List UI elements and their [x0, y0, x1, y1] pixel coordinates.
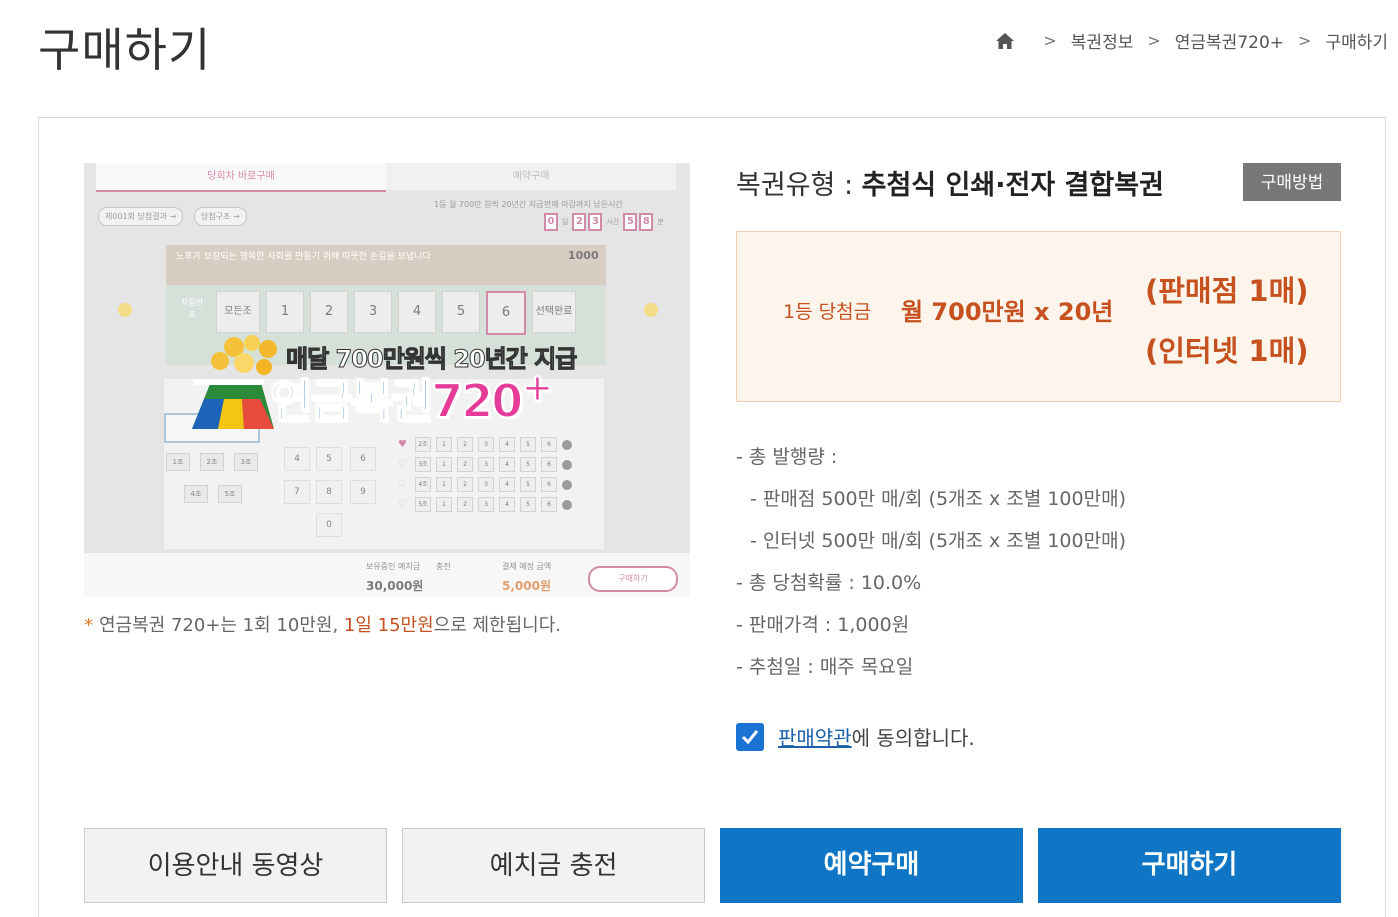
home-icon[interactable] — [995, 31, 1015, 51]
purchase-limit-note: * 연금복권 720+는 1회 10만원, 1일 15만원으로 제한됩니다. — [84, 611, 561, 637]
how-to-buy-button[interactable]: 구매방법 — [1243, 163, 1341, 201]
info-item: - 총 발행량 : — [736, 446, 838, 468]
lottery-logo: 매달 700만원씩 20년간 지급 연금복권720+ — [184, 323, 604, 443]
breadcrumb-item[interactable]: 연금복권720+ — [1175, 28, 1284, 53]
prize-store-note: (판매점 1매) — [1145, 274, 1309, 308]
agree-row: 판매약관 에 동의합니다. — [736, 722, 975, 751]
logo-number: 720 — [430, 373, 524, 429]
breadcrumb: > 복권정보 > 연금복권720+ > 구매하기 — [995, 28, 1388, 53]
chevron-right-icon: > — [1147, 31, 1161, 50]
guide-video-button[interactable]: 이용안내 동영상 — [84, 828, 387, 903]
agree-text: 에 동의합니다. — [851, 726, 975, 750]
prize-amount: 월 700만원 x 20년 — [901, 298, 1114, 326]
info-item: - 인터넷 500만 매/회 (5개조 x 조별 100만매) — [750, 530, 1126, 552]
page-title: 구매하기 — [38, 23, 212, 77]
prize-internet-note: (인터넷 1매) — [1145, 334, 1309, 368]
info-item: - 총 당첨확률 : 10.0% — [736, 572, 922, 594]
lottery-type: 복권유형 : 추첨식 인쇄·전자 결합복권 — [736, 163, 1164, 202]
lottery-type-label: 복권유형 : — [736, 170, 862, 201]
chevron-right-icon: > — [1043, 31, 1057, 50]
chevron-right-icon: > — [1298, 31, 1312, 50]
buy-button[interactable]: 구매하기 — [1038, 828, 1341, 903]
info-list: - 총 발행량 : - 판매점 500만 매/회 (5개조 x 조별 100만매… — [736, 440, 1126, 692]
note-prefix: 연금복권 720+는 1회 10만원, — [99, 615, 344, 636]
deposit-charge-button[interactable]: 예치금 충전 — [402, 828, 705, 903]
lottery-type-value: 추첨식 인쇄·전자 결합복권 — [861, 170, 1164, 201]
logo-title: 연금복권720+ — [269, 365, 554, 431]
terms-link[interactable]: 판매약관 — [778, 722, 852, 751]
prize-label: 1등 당첨금 — [783, 301, 872, 323]
prize-box: 1등 당첨금 월 700만원 x 20년 (판매점 1매) (인터넷 1매) — [736, 231, 1341, 402]
breadcrumb-item: 구매하기 — [1325, 33, 1388, 53]
info-item: - 추첨일 : 매주 목요일 — [736, 656, 914, 678]
logo-title-text: 연금복권 — [269, 373, 434, 429]
logo-plus: + — [520, 365, 554, 412]
lottery-logo-icon — [192, 335, 277, 429]
check-icon — [741, 729, 759, 744]
breadcrumb-item[interactable]: 복권정보 — [1071, 28, 1134, 53]
asterisk-icon: * — [84, 615, 93, 636]
info-item: - 판매가격 : 1,000원 — [736, 614, 910, 636]
reserve-purchase-button[interactable]: 예약구매 — [720, 828, 1023, 903]
note-suffix: 으로 제한됩니다. — [433, 615, 562, 636]
preview-image: 당회차 바로구매 예약구매 제001회 당첨결과 → 당첨구조 → 1등 월 7… — [84, 163, 690, 597]
info-item: - 판매점 500만 매/회 (5개조 x 조별 100만매) — [750, 488, 1126, 510]
note-highlight: 1일 15만원 — [343, 615, 434, 636]
agree-checkbox[interactable] — [736, 722, 764, 751]
